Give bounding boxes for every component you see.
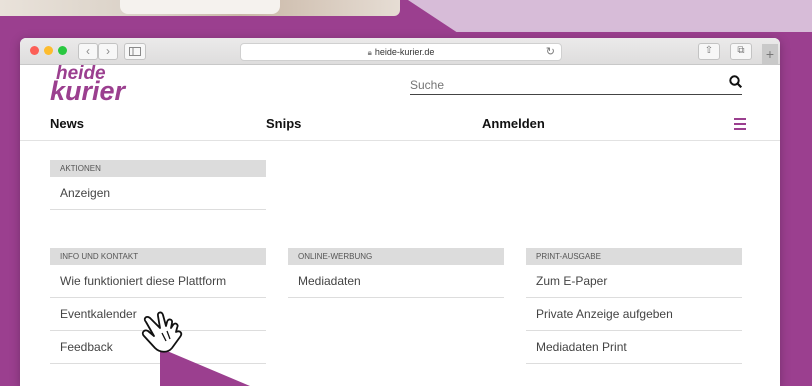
section-heading: ONLINE-WERBUNG [288, 248, 504, 265]
hand-pointer-icon [141, 311, 183, 353]
background-photo [0, 0, 400, 16]
background-shape [408, 0, 812, 32]
chevron-right-icon: › [106, 44, 110, 58]
forward-button[interactable]: › [98, 43, 118, 60]
search-input[interactable] [410, 78, 710, 92]
reload-icon[interactable]: ↻ [546, 44, 555, 60]
main-navigation: News Snips Anmelden [50, 116, 746, 134]
url-text: heide-kurier.de [374, 47, 435, 57]
link-private-anzeige[interactable]: Private Anzeige aufgeben [526, 298, 742, 331]
minimize-window-button[interactable] [44, 46, 53, 55]
section-heading: INFO UND KONTAKT [50, 248, 266, 265]
address-bar[interactable]: 🔒︎ heide-kurier.de ↻ [240, 43, 562, 61]
sidebar-icon [129, 47, 141, 56]
nav-anmelden[interactable]: Anmelden [482, 116, 545, 131]
share-icon: ⇧ [704, 45, 714, 56]
section-online-werbung: ONLINE-WERBUNG Mediadaten [288, 248, 504, 298]
section-print-ausgabe: PRINT-AUSGABE Zum E-Paper Private Anzeig… [526, 248, 742, 364]
nav-snips[interactable]: Snips [266, 116, 301, 131]
logo-line-2: kurier [50, 76, 126, 106]
hamburger-icon[interactable] [734, 118, 746, 133]
search-icon[interactable] [729, 75, 743, 91]
browser-toolbar: ‹ › 🔒︎ heide-kurier.de ↻ ⇧ ⧉ [20, 38, 780, 65]
link-mediadaten-print[interactable]: Mediadaten Print [526, 331, 742, 364]
chevron-left-icon: ‹ [86, 44, 90, 58]
tabs-button[interactable]: ⧉ [730, 43, 752, 60]
sidebar-button[interactable] [124, 43, 146, 60]
share-button[interactable]: ⇧ [698, 43, 720, 60]
tabs-icon: ⧉ [737, 45, 745, 56]
close-window-button[interactable] [30, 46, 39, 55]
link-mediadaten[interactable]: Mediadaten [288, 265, 504, 298]
nav-news[interactable]: News [50, 116, 84, 131]
background-photo-detail [120, 0, 280, 14]
section-heading: PRINT-AUSGABE [526, 248, 742, 265]
search-box [410, 75, 743, 95]
link-plattform[interactable]: Wie funktioniert diese Plattform [50, 265, 266, 298]
back-button[interactable]: ‹ [78, 43, 98, 60]
header-divider [20, 140, 780, 141]
lock-icon: 🔒︎ [367, 48, 372, 57]
link-anzeigen[interactable]: Anzeigen [50, 177, 266, 210]
browser-window: ‹ › 🔒︎ heide-kurier.de ↻ ⇧ ⧉ heide kurier… [20, 38, 780, 386]
link-e-paper[interactable]: Zum E-Paper [526, 265, 742, 298]
site-logo[interactable]: heide kurier [50, 64, 125, 105]
section-heading: AKTIONEN [50, 160, 266, 177]
section-aktionen: AKTIONEN Anzeigen [50, 160, 266, 210]
zoom-window-button[interactable] [58, 46, 67, 55]
new-tab-button[interactable]: + [762, 44, 778, 64]
